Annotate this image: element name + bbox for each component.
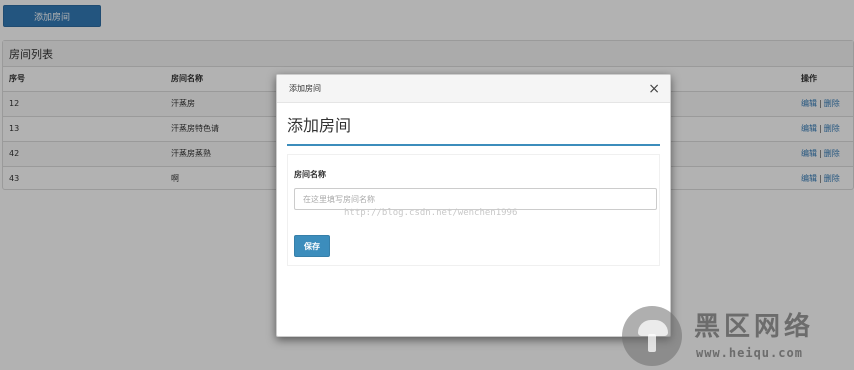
save-button[interactable]: 保存 xyxy=(294,235,330,257)
close-icon[interactable]: × xyxy=(648,82,660,96)
heading-divider xyxy=(287,144,660,146)
blog-url-watermark: http://blog.csdn.net/wenchen1996 xyxy=(344,208,518,218)
logo-chinese-text: 黑区网络 xyxy=(694,312,815,342)
room-name-input[interactable] xyxy=(294,188,657,210)
modal-heading: 添加房间 xyxy=(287,116,352,135)
logo-domain-text: www.heiqu.com xyxy=(696,346,803,360)
modal-header: 添加房间 × xyxy=(277,75,670,103)
site-logo-watermark: 黑区网络 www.heiqu.com xyxy=(618,300,854,370)
room-name-label: 房间名称 xyxy=(294,170,326,179)
modal-header-title: 添加房间 xyxy=(289,84,321,93)
mushroom-stem-shape xyxy=(648,334,656,352)
add-room-modal: 添加房间 × 添加房间 房间名称 保存 xyxy=(276,74,671,337)
